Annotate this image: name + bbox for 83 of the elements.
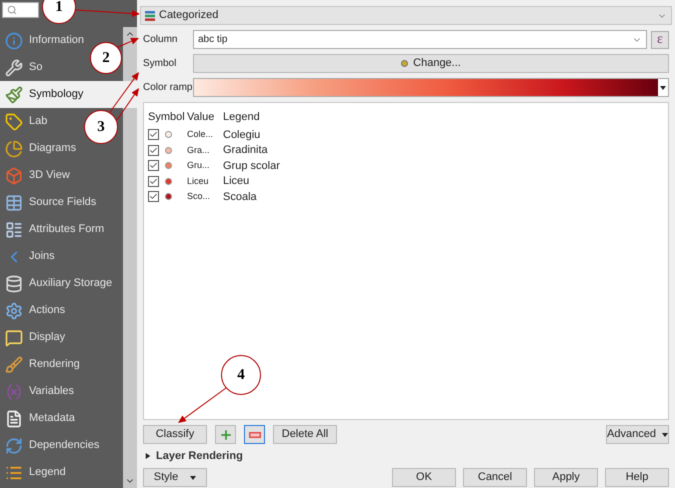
table-icon xyxy=(5,194,23,212)
column-header[interactable]: Value xyxy=(187,108,223,126)
callout-arrow xyxy=(178,388,226,423)
column-header[interactable]: Legend xyxy=(223,108,262,126)
add-button[interactable] xyxy=(215,425,236,444)
checkbox[interactable] xyxy=(148,160,159,172)
speech-bubble-icon xyxy=(5,328,23,346)
value-cell-text: Liceu xyxy=(187,174,210,188)
info-icon xyxy=(5,32,23,50)
column-label: Column xyxy=(143,33,178,47)
caret-icon xyxy=(190,476,196,480)
document-icon xyxy=(5,410,23,428)
sidebar-item[interactable]: Symbology xyxy=(0,81,137,108)
advanced-button[interactable]: Advanced xyxy=(606,425,669,444)
value-cell-text: Cole... xyxy=(187,128,214,141)
categorized-icon xyxy=(145,10,155,20)
sidebar-item[interactable]: Legend xyxy=(0,459,68,486)
variable-icon xyxy=(5,382,23,400)
sidebar-item[interactable]: Information xyxy=(0,27,86,54)
delete-all-button[interactable]: Delete All xyxy=(273,425,337,444)
checkbox[interactable] xyxy=(148,191,159,202)
expression-button[interactable]: ε xyxy=(651,30,669,48)
sidebar-item[interactable]: Variables xyxy=(0,378,76,405)
legend-cell-text: Colegiu xyxy=(223,128,260,142)
gear-icon xyxy=(5,302,23,320)
search-icon xyxy=(7,5,17,15)
callout-arrow xyxy=(116,88,139,120)
pie-chart-icon xyxy=(5,140,23,158)
sidebar-item[interactable]: Joins xyxy=(0,243,57,270)
checkbox[interactable] xyxy=(148,176,159,187)
plus-icon xyxy=(218,428,232,442)
brush-icon xyxy=(5,356,23,374)
callout-arrow xyxy=(110,72,139,112)
sidebar-item[interactable]: 3D View xyxy=(0,162,72,189)
value-cell-text: Gra... xyxy=(187,144,211,156)
database-icon xyxy=(5,274,23,292)
symbol-label: Symbol xyxy=(143,57,178,71)
sidebar-item[interactable]: Dependencies xyxy=(0,432,102,459)
sidebar-item[interactable]: Attributes Form xyxy=(0,216,106,243)
style-button[interactable]: Style xyxy=(143,468,207,487)
paintbrush-icon xyxy=(5,86,23,104)
tag-icon xyxy=(5,112,23,130)
search-field[interactable] xyxy=(2,2,39,18)
wrench-icon xyxy=(5,58,23,76)
expand-arrow-icon xyxy=(145,452,151,460)
change-symbol-button[interactable]: Change... xyxy=(193,54,669,73)
value-cell-text: Gru... xyxy=(187,159,211,172)
dialog-button[interactable]: Help xyxy=(605,468,669,487)
refresh-icon xyxy=(5,436,23,454)
column-header[interactable]: Symbol xyxy=(148,108,187,126)
dialog-button[interactable]: Cancel xyxy=(463,468,527,487)
sidebar-item[interactable]: Rendering xyxy=(0,351,82,378)
sidebar-item[interactable]: Metadata xyxy=(0,405,77,432)
legend-cell-text: Grup scolar xyxy=(223,158,280,174)
dialog-button[interactable]: Apply xyxy=(534,468,598,487)
callout-arrow xyxy=(76,10,140,17)
sidebar-item[interactable]: Display xyxy=(0,324,68,351)
sidebar-item[interactable]: So xyxy=(0,54,44,81)
cube-icon xyxy=(5,166,23,184)
callout-arrow xyxy=(118,38,139,48)
dialog-button[interactable]: OK xyxy=(392,468,456,487)
legend-cell-text: Liceu xyxy=(223,174,250,189)
layer-rendering-toggle[interactable]: Layer Rendering xyxy=(143,449,669,463)
legend-cell-text: Gradinita xyxy=(223,143,268,158)
remove-button[interactable] xyxy=(244,425,265,444)
renderer-dropdown[interactable]: Categorized xyxy=(140,6,672,25)
classify-button[interactable]: Classify xyxy=(143,425,207,444)
scrollbar[interactable] xyxy=(123,27,137,488)
sidebar-item[interactable]: Auxiliary Storage xyxy=(0,270,114,297)
dropdown-icon xyxy=(660,86,666,90)
sidebar-item[interactable]: Lab xyxy=(0,108,50,135)
sidebar-item[interactable]: Source Fields xyxy=(0,189,98,216)
checkbox[interactable] xyxy=(148,129,159,140)
value-cell-text: Sco... xyxy=(187,190,212,203)
checkbox[interactable] xyxy=(148,144,159,156)
caret-icon xyxy=(662,432,668,436)
sidebar-item[interactable]: Actions xyxy=(0,297,68,324)
sidebar-item[interactable]: Diagrams xyxy=(0,135,78,162)
column-field[interactable]: abc tip xyxy=(193,30,647,49)
legend-cell-text: Scoala xyxy=(223,190,257,204)
color-ramp-selector[interactable] xyxy=(193,78,669,97)
minus-icon xyxy=(248,432,260,438)
form-icon xyxy=(5,220,23,238)
